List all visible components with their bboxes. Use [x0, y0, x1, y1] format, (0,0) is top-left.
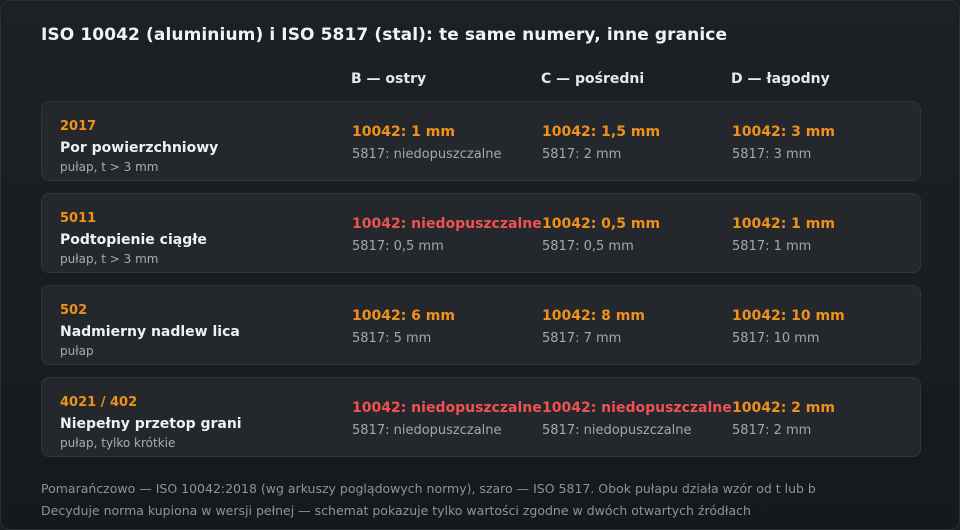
- iso5817-value: 5817: 2 mm: [732, 423, 812, 438]
- iso10042-value: 10042: 1 mm: [352, 124, 455, 140]
- cell-level-b: 10042: niedopuszczalne 5817: 0,5 mm: [352, 216, 542, 254]
- imperfection-name: Podtopienie ciągłe: [60, 232, 207, 248]
- iso5817-value: 5817: niedopuszczalne: [352, 147, 502, 162]
- cell-level-b: 10042: niedopuszczalne 5817: niedopuszcz…: [352, 400, 542, 438]
- iso10042-value: 10042: 10 mm: [732, 308, 845, 324]
- iso10042-value: 10042: 0,5 mm: [542, 216, 661, 232]
- imperfection-name: Por powierzchniowy: [60, 140, 219, 156]
- iso10042-value: 10042: 3 mm: [732, 124, 835, 140]
- iso10042-value: 10042: niedopuszczalne: [542, 400, 732, 416]
- cell-level-b: 10042: 1 mm 5817: niedopuszczalne: [352, 124, 502, 162]
- cell-level-c: 10042: 1,5 mm 5817: 2 mm: [542, 124, 660, 162]
- iso10042-value: 10042: 2 mm: [732, 400, 835, 416]
- iso10042-value: 10042: 8 mm: [542, 308, 645, 324]
- disclaimer-note: Decyduje norma kupiona w wersji pełnej —…: [41, 503, 751, 518]
- cell-level-c: 10042: niedopuszczalne 5817: niedopuszcz…: [542, 400, 732, 438]
- iso10042-value: 10042: 6 mm: [352, 308, 455, 324]
- imperfection-name: Niepełny przetop grani: [60, 416, 242, 432]
- iso10042-value: 10042: niedopuszczalne: [352, 216, 542, 232]
- imperfection-name: Nadmierny nadlew lica: [60, 324, 240, 340]
- imperfection-note: pułap, t > 3 mm: [60, 160, 159, 174]
- iso5817-value: 5817: niedopuszczalne: [352, 423, 502, 438]
- iso5817-value: 5817: 1 mm: [732, 239, 812, 254]
- iso5817-value: 5817: niedopuszczalne: [542, 423, 692, 438]
- column-header-c: C — pośredni: [541, 71, 645, 87]
- iso5817-value: 5817: 5 mm: [352, 331, 432, 346]
- imperfection-note: pułap: [60, 344, 94, 358]
- imperfection-code: 502: [60, 303, 88, 318]
- imperfection-code: 5011: [60, 211, 97, 226]
- iso5817-value: 5817: 10 mm: [732, 331, 820, 346]
- column-header-d: D — łagodny: [731, 71, 830, 87]
- cell-level-d: 10042: 10 mm 5817: 10 mm: [732, 308, 845, 346]
- cell-level-d: 10042: 2 mm 5817: 2 mm: [732, 400, 835, 438]
- page-title: ISO 10042 (aluminium) i ISO 5817 (stal):…: [41, 25, 728, 45]
- imperfection-row: 4021 / 402 Niepełny przetop grani pułap,…: [41, 377, 921, 457]
- iso10042-value: 10042: niedopuszczalne: [352, 400, 542, 416]
- imperfection-note: pułap, tylko krótkie: [60, 436, 176, 450]
- cell-level-d: 10042: 1 mm 5817: 1 mm: [732, 216, 835, 254]
- iso10042-value: 10042: 1 mm: [732, 216, 835, 232]
- cell-level-b: 10042: 6 mm 5817: 5 mm: [352, 308, 455, 346]
- imperfection-row: 5011 Podtopienie ciągłe pułap, t > 3 mm …: [41, 193, 921, 273]
- comparison-panel: ISO 10042 (aluminium) i ISO 5817 (stal):…: [0, 0, 960, 530]
- iso10042-value: 10042: 1,5 mm: [542, 124, 661, 140]
- iso5817-value: 5817: 0,5 mm: [542, 239, 634, 254]
- cell-level-c: 10042: 8 mm 5817: 7 mm: [542, 308, 645, 346]
- legend-note: Pomarańczowo — ISO 10042:2018 (wg arkusz…: [41, 481, 816, 496]
- cell-level-c: 10042: 0,5 mm 5817: 0,5 mm: [542, 216, 660, 254]
- imperfection-code: 2017: [60, 119, 97, 134]
- iso5817-value: 5817: 0,5 mm: [352, 239, 444, 254]
- imperfection-note: pułap, t > 3 mm: [60, 252, 159, 266]
- iso5817-value: 5817: 2 mm: [542, 147, 622, 162]
- imperfection-row: 2017 Por powierzchniowy pułap, t > 3 mm …: [41, 101, 921, 181]
- cell-level-d: 10042: 3 mm 5817: 3 mm: [732, 124, 835, 162]
- iso5817-value: 5817: 7 mm: [542, 331, 622, 346]
- imperfection-row: 502 Nadmierny nadlew lica pułap 10042: 6…: [41, 285, 921, 365]
- iso5817-value: 5817: 3 mm: [732, 147, 812, 162]
- column-header-b: B — ostry: [351, 71, 427, 87]
- imperfection-code: 4021 / 402: [60, 395, 138, 410]
